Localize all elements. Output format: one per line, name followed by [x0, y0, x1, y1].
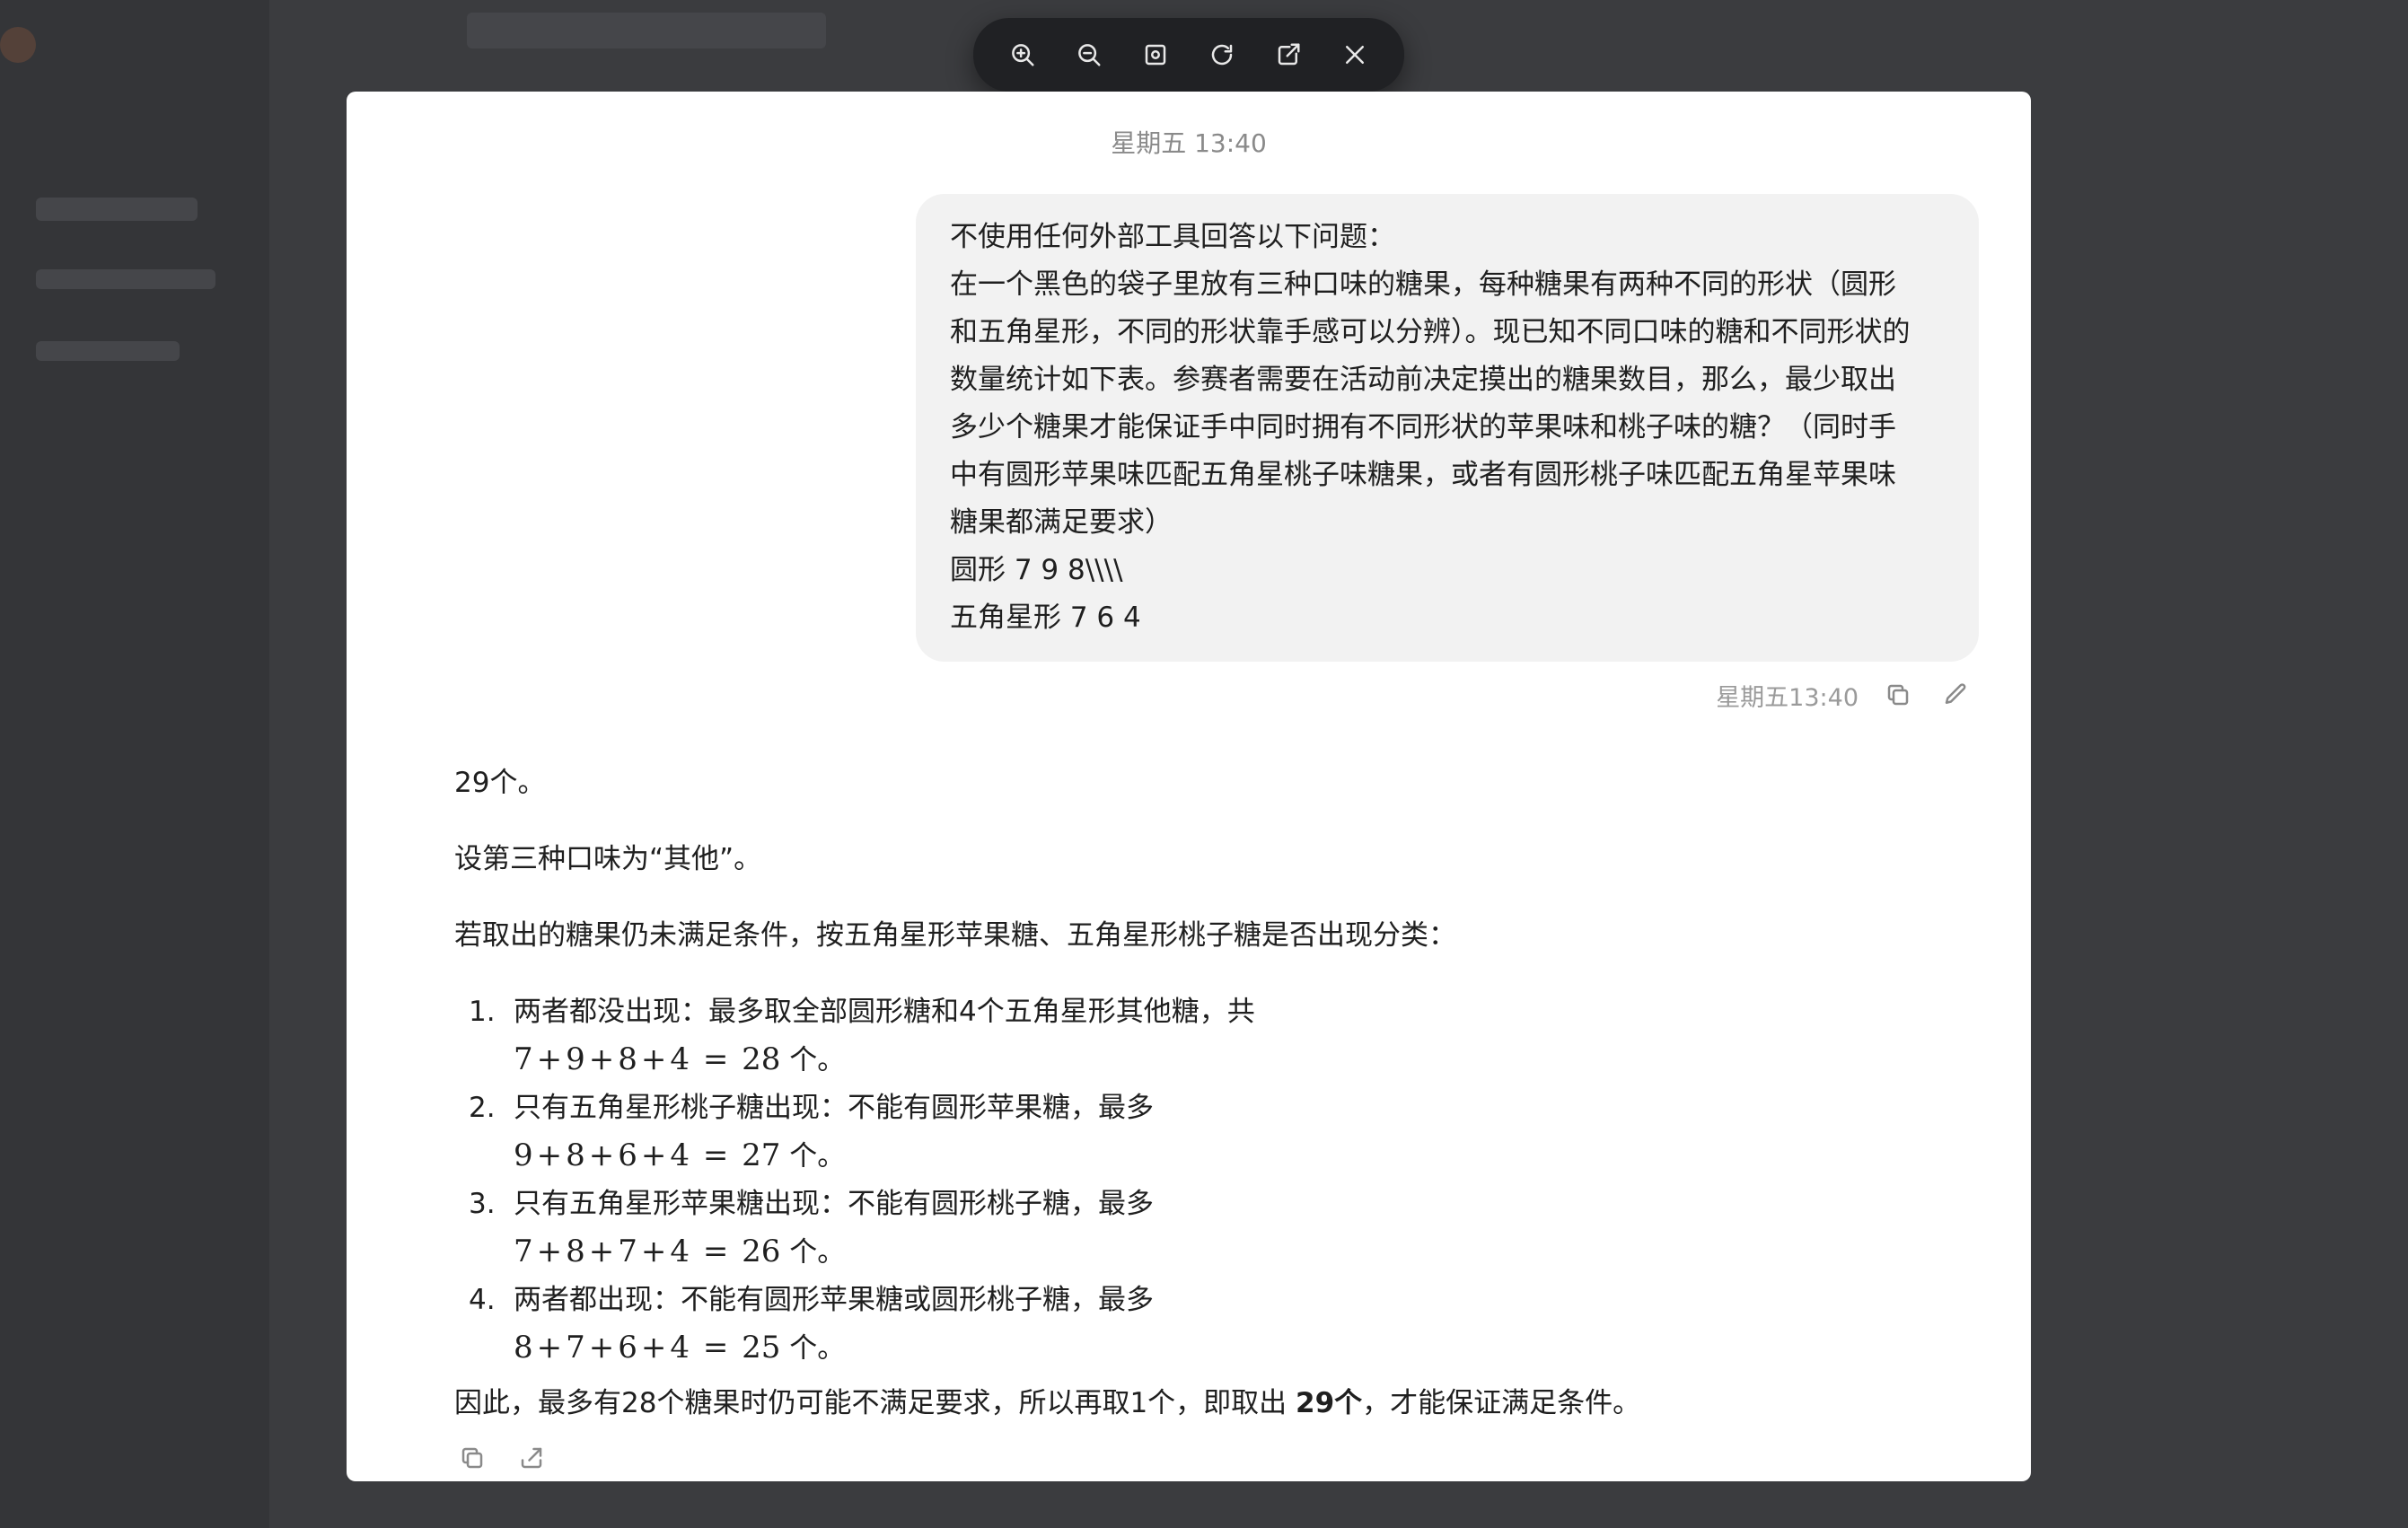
rotate-icon — [1211, 44, 1233, 66]
rotate-button[interactable] — [1197, 30, 1247, 80]
case-text: 只有五角星形桃子糖出现：不能有圆形苹果糖，最多 — [514, 1092, 1154, 1124]
case-text: 两者都出现：不能有圆形苹果糖或圆形桃子糖，最多 — [514, 1284, 1154, 1316]
zoom-out-button[interactable] — [1064, 30, 1114, 80]
case-number: 3. — [469, 1188, 496, 1220]
assistant-message-actions — [454, 1440, 549, 1476]
close-icon — [1346, 46, 1364, 64]
case-formula: 7 +9 +8 +4 = 28 个。 — [514, 1041, 846, 1077]
case-text: 只有五角星形苹果糖出现：不能有圆形桃子糖，最多 — [514, 1188, 1154, 1220]
open-external-button[interactable] — [1263, 30, 1314, 80]
user-message-line: 圆形 7 9 8\\\\ — [950, 554, 1123, 586]
user-message-bubble: 不使用任何外部工具回答以下问题： 在一个黑色的袋子里放有三种口味的糖果，每种糖果… — [916, 194, 1979, 662]
background-sidebar — [0, 0, 269, 1528]
case-number: 4. — [469, 1284, 496, 1316]
user-message-line: 糖果都满足要求） — [950, 506, 1173, 539]
share-answer-button[interactable] — [514, 1440, 549, 1476]
user-message-meta: 星期五13:40 — [1716, 677, 1973, 713]
answer-paragraph: 若取出的糖果仍未满足条件，按五角星形苹果糖、五角星形桃子糖是否出现分类： — [454, 919, 1456, 952]
answer-paragraph: 设第三种口味为“其他”。 — [454, 843, 762, 875]
share-icon — [521, 1447, 542, 1469]
edit-message-button[interactable] — [1938, 677, 1973, 713]
fit-screen-icon — [1145, 44, 1166, 66]
user-message-line: 五角星形 7 6 4 — [950, 602, 1141, 634]
user-message-line: 不使用任何外部工具回答以下问题： — [950, 221, 1395, 253]
screenshot-preview-panel: 星期五 13:40 不使用任何外部工具回答以下问题： 在一个黑色的袋子里放有三种… — [347, 92, 2031, 1481]
edit-icon — [1945, 683, 1966, 704]
case-item: 2. 只有五角星形桃子糖出现：不能有圆形苹果糖，最多 9 +8 +6 +4 = 27 … — [454, 1085, 1981, 1181]
image-viewer-toolbar — [973, 18, 1404, 92]
case-item: 1. 两者都没出现：最多取全部圆形糖和4个五角星形其他糖，共 7 +9 +8 +4 =… — [454, 988, 1981, 1085]
case-text: 两者都没出现：最多取全部圆形糖和4个五角星形其他糖，共 — [514, 996, 1255, 1028]
zoom-out-icon — [1078, 44, 1101, 66]
background-bar — [467, 13, 826, 48]
user-message-line: 和五角星形，不同的形状靠手感可以分辨）。现已知不同口味的糖和不同形状的 — [950, 316, 1911, 348]
fit-screen-button[interactable] — [1130, 30, 1181, 80]
answer-conclusion: 因此，最多有28个糖果时仍可能不满足要求，所以再取1个，即取出 29个，才能保证… — [454, 1387, 1641, 1419]
zoom-in-icon — [1012, 44, 1034, 66]
background-bar — [36, 269, 215, 289]
case-number: 1. — [469, 996, 496, 1028]
background-bar — [36, 198, 198, 221]
message-time: 星期五13:40 — [1716, 683, 1859, 712]
user-message-line: 中有圆形苹果味匹配五角星桃子味糖果，或者有圆形桃子味匹配五角星苹果味 — [950, 459, 1896, 491]
conversation-timestamp: 星期五 13:40 — [1111, 128, 1267, 158]
case-formula: 7 +8 +7 +4 = 26 个。 — [514, 1234, 846, 1269]
case-item: 4. 两者都出现：不能有圆形苹果糖或圆形桃子糖，最多 8 +7 +6 +4 = 25 … — [454, 1277, 1981, 1373]
user-message-line: 多少个糖果才能保证手中同时拥有不同形状的苹果味和桃子味的糖？（同时手 — [950, 411, 1896, 443]
copy-message-button[interactable] — [1880, 677, 1916, 713]
case-formula: 9 +8 +6 +4 = 27 个。 — [514, 1137, 846, 1173]
background-avatar — [0, 27, 36, 63]
user-message-line: 在一个黑色的袋子里放有三种口味的糖果，每种糖果有两种不同的形状（圆形 — [950, 268, 1896, 301]
external-link-icon — [1278, 43, 1300, 66]
user-message-line: 数量统计如下表。参赛者需要在活动前决定摸出的糖果数目，那么，最少取出 — [950, 364, 1896, 396]
answer-paragraph: 29个。 — [454, 767, 546, 799]
background-bar — [36, 341, 180, 361]
copy-icon — [1887, 684, 1909, 706]
case-item: 3. 只有五角星形苹果糖出现：不能有圆形桃子糖，最多 7 +8 +7 +4 = 26 … — [454, 1181, 1981, 1277]
zoom-in-button[interactable] — [997, 30, 1048, 80]
assistant-message: 29个。 设第三种口味为“其他”。 若取出的糖果仍未满足条件，按五角星形苹果糖、… — [454, 760, 1981, 1427]
close-button[interactable] — [1330, 30, 1380, 80]
copy-icon — [461, 1447, 483, 1469]
case-number: 2. — [469, 1092, 496, 1124]
case-list: 1. 两者都没出现：最多取全部圆形糖和4个五角星形其他糖，共 7 +9 +8 +4 =… — [454, 988, 1981, 1373]
copy-answer-button[interactable] — [454, 1440, 490, 1476]
case-formula: 8 +7 +6 +4 = 25 个。 — [514, 1330, 846, 1366]
